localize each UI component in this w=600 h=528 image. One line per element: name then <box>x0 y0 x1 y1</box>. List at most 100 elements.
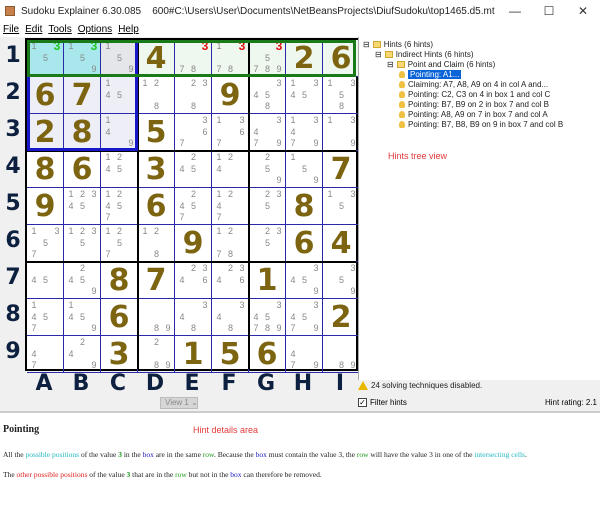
cell-b5[interactable]: 123 45 <box>64 188 101 225</box>
cell-h9[interactable]: 47 9 <box>286 336 323 373</box>
cell-f9[interactable]: 5 <box>212 336 249 373</box>
tree-hint-item[interactable]: Pointing: C2, C3 on 4 in box 1 and col C <box>399 90 550 99</box>
view-select[interactable]: View 1 ⌄ <box>160 397 198 409</box>
tree-hint-item[interactable]: Pointing: B7, B8, B9 on 9 in box 7 and c… <box>399 120 563 129</box>
cell-e3[interactable]: 36 7 <box>175 114 212 151</box>
cell-f5[interactable]: 1247 <box>212 188 249 225</box>
cell-e9[interactable]: 1 <box>175 336 212 373</box>
cell-f8[interactable]: 3 48 <box>212 299 249 336</box>
cell-c7[interactable]: 8 <box>101 262 138 299</box>
cell-g8[interactable]: 3 45789 <box>249 299 286 336</box>
cell-i4[interactable]: 7 <box>323 151 360 188</box>
cell-h5[interactable]: 8 <box>286 188 323 225</box>
cell-d2[interactable]: 12 8 <box>138 77 175 114</box>
cell-g2[interactable]: 3 458 <box>249 77 286 114</box>
cell-c6[interactable]: 1257 <box>101 225 138 262</box>
tree-node-indirect[interactable]: ⊟ Indirect Hints (6 hints) <box>375 50 474 59</box>
cell-g7[interactable]: 1 <box>249 262 286 299</box>
cell-i9[interactable]: 89 <box>323 336 360 373</box>
cell-c4[interactable]: 1245 <box>101 151 138 188</box>
cell-a7[interactable]: 45 <box>27 262 64 299</box>
candidate: 5 <box>116 163 122 174</box>
candidate: 4 <box>253 126 259 137</box>
minimize-button[interactable]: — <box>498 0 532 22</box>
cell-f7[interactable]: 23 4 6 <box>212 262 249 299</box>
cell-e7[interactable]: 23 4 6 <box>175 262 212 299</box>
cell-h7[interactable]: 3 459 <box>286 262 323 299</box>
cell-i5[interactable]: 135 <box>323 188 360 225</box>
checkbox-icon[interactable]: ✓ <box>358 398 367 407</box>
cell-b7[interactable]: 2459 <box>64 262 101 299</box>
cell-d5[interactable]: 6 <box>138 188 175 225</box>
cell-a4[interactable]: 8 <box>27 151 64 188</box>
menu-tools[interactable]: Tools <box>48 24 71 35</box>
cell-d4[interactable]: 3 <box>138 151 175 188</box>
cell-f2[interactable]: 9 <box>212 77 249 114</box>
cell-h6[interactable]: 6 <box>286 225 323 262</box>
menu-options[interactable]: Options <box>78 24 112 35</box>
row-label: 5 <box>5 191 21 216</box>
cell-b8[interactable]: 1459 <box>64 299 101 336</box>
candidate: 5 <box>338 274 344 285</box>
explanation-fragment: box <box>255 450 267 459</box>
cell-g4[interactable]: 259 <box>249 151 286 188</box>
cell-b4[interactable]: 6 <box>64 151 101 188</box>
cell-a5[interactable]: 9 <box>27 188 64 225</box>
filter-hints-checkbox[interactable]: ✓ Filter hints <box>358 398 407 407</box>
cell-g9[interactable]: 6 <box>249 336 286 373</box>
cell-a9[interactable]: 47 <box>27 336 64 373</box>
cell-f6[interactable]: 12 78 <box>212 225 249 262</box>
cell-i8[interactable]: 2 <box>323 299 360 336</box>
menu-edit[interactable]: Edit <box>25 24 42 35</box>
cell-h3[interactable]: 1 3 47 9 <box>286 114 323 151</box>
cell-e4[interactable]: 245 <box>175 151 212 188</box>
cell-e5[interactable]: 2457 <box>175 188 212 225</box>
menu-file[interactable]: File <box>3 24 19 35</box>
candidate: 9 <box>165 360 171 370</box>
cell-d9[interactable]: 2 89 <box>138 336 175 373</box>
cell-f4[interactable]: 124 <box>212 151 249 188</box>
cell-i6[interactable]: 4 <box>323 225 360 262</box>
menu-help[interactable]: Help <box>118 24 139 35</box>
tree-hint-label: Claiming: A7, A8, A9 on 4 in col A and..… <box>408 80 549 89</box>
cell-b9[interactable]: 24 9 <box>64 336 101 373</box>
candidate: 9 <box>91 286 97 296</box>
cell-d7[interactable]: 7 <box>138 262 175 299</box>
cell-value: 9 <box>182 226 204 261</box>
close-button[interactable]: ✕ <box>566 0 600 22</box>
tree-node-point-claim[interactable]: ⊟ Point and Claim (6 hints) <box>387 60 495 69</box>
candidate: 7 <box>290 138 296 148</box>
cell-g3[interactable]: 3 47 9 <box>249 114 286 151</box>
cell-c8[interactable]: 6 <box>101 299 138 336</box>
cell-b6[interactable]: 1235 <box>64 225 101 262</box>
tree-hint-item[interactable]: Claiming: A7, A8, A9 on 4 in col A and..… <box>399 80 548 89</box>
cell-i2[interactable]: 1358 <box>323 77 360 114</box>
cell-i7[interactable]: 359 <box>323 262 360 299</box>
cell-e6[interactable]: 9 <box>175 225 212 262</box>
cell-a8[interactable]: 1457 <box>27 299 64 336</box>
cell-e2[interactable]: 23 8 <box>175 77 212 114</box>
maximize-button[interactable]: ☐ <box>532 0 566 22</box>
cell-c5[interactable]: 12457 <box>101 188 138 225</box>
candidate: 5 <box>116 237 122 248</box>
tree-hint-item[interactable]: Pointing: B7, B9 on 2 in box 7 and col B <box>399 100 549 109</box>
candidate: 5 <box>301 89 307 100</box>
cell-e8[interactable]: 3 48 <box>175 299 212 336</box>
cell-g6[interactable]: 235 <box>249 225 286 262</box>
cell-d8[interactable]: 89 <box>138 299 175 336</box>
cell-i3[interactable]: 139 <box>323 114 360 151</box>
hints-tree: ⊟ Hints (6 hints) ⊟ Indirect Hints (6 hint… <box>358 37 600 380</box>
tree-node-hints[interactable]: ⊟ Hints (6 hints) <box>363 40 433 49</box>
cell-g5[interactable]: 235 <box>249 188 286 225</box>
cell-h4[interactable]: 159 <box>286 151 323 188</box>
cell-h2[interactable]: 1 3 45 <box>286 77 323 114</box>
cell-a6[interactable]: 1 357 <box>27 225 64 262</box>
tree-hint-item[interactable]: Pointing: A8, A9 on 7 in box 7 and col A <box>399 110 548 119</box>
cell-h8[interactable]: 3 457 9 <box>286 299 323 336</box>
cell-c9[interactable]: 3 <box>101 336 138 373</box>
tree-hint-item[interactable]: Pointing: A1... <box>399 70 462 79</box>
cell-f3[interactable]: 1 36 7 <box>212 114 249 151</box>
tree-hint-label: Pointing: C2, C3 on 4 in box 1 and col C <box>408 90 551 99</box>
cell-d3[interactable]: 5 <box>138 114 175 151</box>
cell-d6[interactable]: 12 8 <box>138 225 175 262</box>
